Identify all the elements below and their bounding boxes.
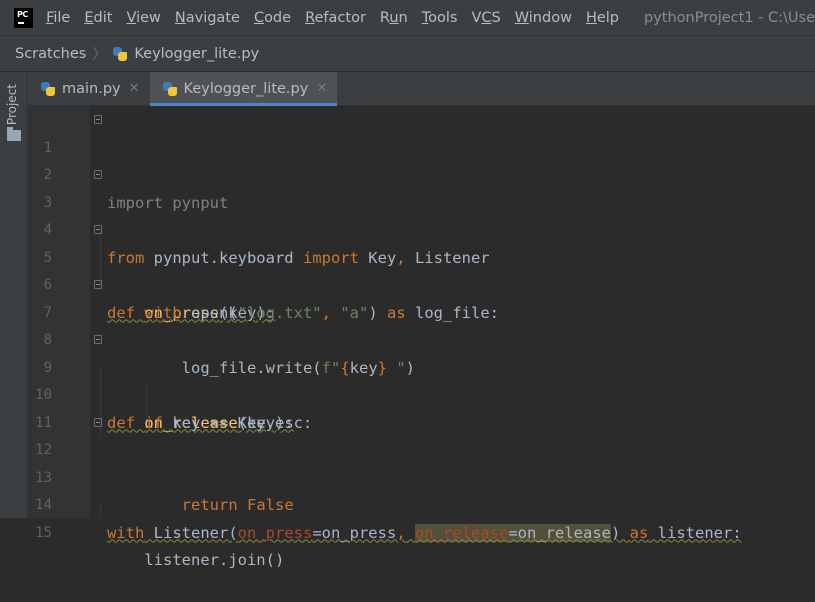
python-file-icon <box>112 46 128 62</box>
menu-vcs[interactable]: VCS <box>464 0 507 36</box>
code-line[interactable]: 9 def on_release(key): <box>28 327 815 432</box>
tool-window-strip: Project <box>0 72 28 518</box>
chevron-right-icon: 〉 <box>92 46 107 63</box>
code-line[interactable]: 4 <box>28 190 815 238</box>
code-line[interactable]: 1 import pynput <box>28 107 815 212</box>
close-icon[interactable]: ✕ <box>316 81 327 96</box>
fold-icon[interactable] <box>94 170 102 179</box>
menu-file[interactable]: File <box>39 0 77 36</box>
code-line[interactable]: 2 <box>28 135 815 183</box>
line-number: 15 <box>35 524 52 541</box>
code-line[interactable]: 10 if key == Key.esc: <box>28 355 815 432</box>
tab-main-py[interactable]: main.py ✕ <box>28 72 150 105</box>
fold-icon[interactable] <box>94 335 102 344</box>
code-line[interactable]: 3 from pynput.keyboard import Key, Liste… <box>28 162 815 267</box>
code-line[interactable]: 15 listener.join() <box>28 492 815 570</box>
menu-view[interactable]: View <box>119 0 167 36</box>
code-line[interactable]: 13 <box>28 437 815 486</box>
code-line[interactable]: 6 with open("log.txt", "a") as log_file: <box>28 245 815 322</box>
pycharm-logo-icon[interactable]: PC <box>13 7 35 28</box>
folder-icon[interactable] <box>7 127 21 141</box>
fold-icon[interactable] <box>94 280 102 289</box>
menu-run[interactable]: Run <box>373 0 415 36</box>
code-text: with Listener(on_press=on_press, on_rele… <box>107 523 742 542</box>
menu-code[interactable]: Code <box>247 0 298 36</box>
breadcrumb-scratches[interactable]: Scratches <box>15 46 86 62</box>
project-tool-button[interactable]: Project <box>5 84 19 125</box>
tab-label: main.py <box>62 80 121 97</box>
tab-keylogger-lite-py[interactable]: Keylogger_lite.py ✕ <box>149 72 338 106</box>
python-file-icon <box>162 81 178 97</box>
code-line[interactable]: 8 <box>28 300 815 348</box>
python-file-icon <box>40 81 56 97</box>
tab-label: Keylogger_lite.py <box>183 80 309 97</box>
menu-tools[interactable]: Tools <box>415 0 465 36</box>
fold-icon[interactable] <box>94 417 102 427</box>
code-line[interactable]: 14 with Listener(on_press=on_press, on_r… <box>28 465 815 542</box>
code-editor[interactable]: 1 import pynput 2 3 from pynput.keyboard… <box>28 106 815 570</box>
window-title: pythonProject1 - C:\Use <box>644 9 815 26</box>
editor-tab-bar: main.py ✕ Keylogger_lite.py ✕ <box>28 72 815 106</box>
menu-bar: PC File Edit View Navigate Code Refactor Run To… <box>0 0 815 36</box>
code-line[interactable]: 11 <box>28 382 815 431</box>
breadcrumb: Scratches 〉 Keylogger_lite.py <box>0 36 815 72</box>
menu-refactor[interactable]: Refactor <box>298 0 373 36</box>
menu-help[interactable]: Help <box>579 0 626 36</box>
fold-icon[interactable] <box>94 225 102 234</box>
menu-edit[interactable]: Edit <box>77 0 119 36</box>
breadcrumb-file[interactable]: Keylogger_lite.py <box>134 46 259 62</box>
code-line[interactable]: 12 return False <box>28 410 815 514</box>
menu-navigate[interactable]: Navigate <box>168 0 247 36</box>
close-icon[interactable]: ✕ <box>129 81 140 96</box>
code-line[interactable]: 7 log_file.write(f"{key} ") <box>28 272 815 377</box>
code-line[interactable]: 5 def on_press(key): <box>28 217 815 322</box>
menu-window[interactable]: Window <box>508 0 579 36</box>
fold-icon[interactable] <box>94 115 102 124</box>
code-text: listener.join() <box>107 551 285 569</box>
